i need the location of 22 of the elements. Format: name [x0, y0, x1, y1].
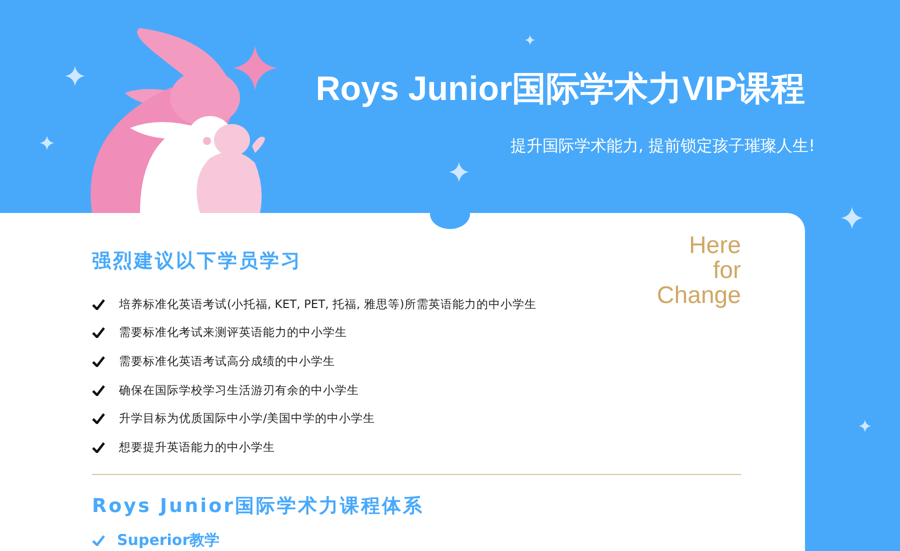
subtitle: 提升国际学术能力, 提前锁定孩子璀璨人生! [510, 136, 815, 157]
sparkle-icon [65, 66, 85, 86]
list-item-text: 需要标准化考试来测评英语能力的中小学生 [119, 325, 347, 340]
list-item-text: 升学目标为优质国际中小学/美国中学的中小学生 [119, 411, 375, 426]
sparkle-icon [841, 207, 863, 229]
sparkle-icon [233, 46, 277, 90]
list-item-text: 需要标准化英语考试高分成绩的中小学生 [119, 354, 335, 369]
check-icon [92, 534, 105, 546]
slogan-text: for [712, 258, 741, 283]
slogan-text: Here [688, 233, 741, 258]
sparkle-icon [449, 162, 469, 182]
section-heading: 强烈建议以下学员学习 [92, 249, 303, 274]
sparkle-icon [525, 35, 535, 45]
section-heading: Roys Junior国际学术力课程体系 [92, 494, 426, 519]
sparkle-icon [859, 420, 871, 432]
sparkle-icon [40, 136, 54, 150]
list-item-text: 培养标准化英语考试(小托福, KET, PET, 托福, 雅思等)所需英语能力的中小学生 [119, 296, 536, 312]
slogan-text: Change [656, 283, 741, 308]
list-item-text: 确保在国际学校学习生活游刃有余的中小学生 [119, 382, 359, 398]
list-item-text: 想要提升英语能力的中小学生 [119, 440, 275, 455]
list-item-text: Superior教学 [117, 530, 220, 550]
page-title: Roys Junior国际学术力VIP课程 [316, 69, 805, 110]
